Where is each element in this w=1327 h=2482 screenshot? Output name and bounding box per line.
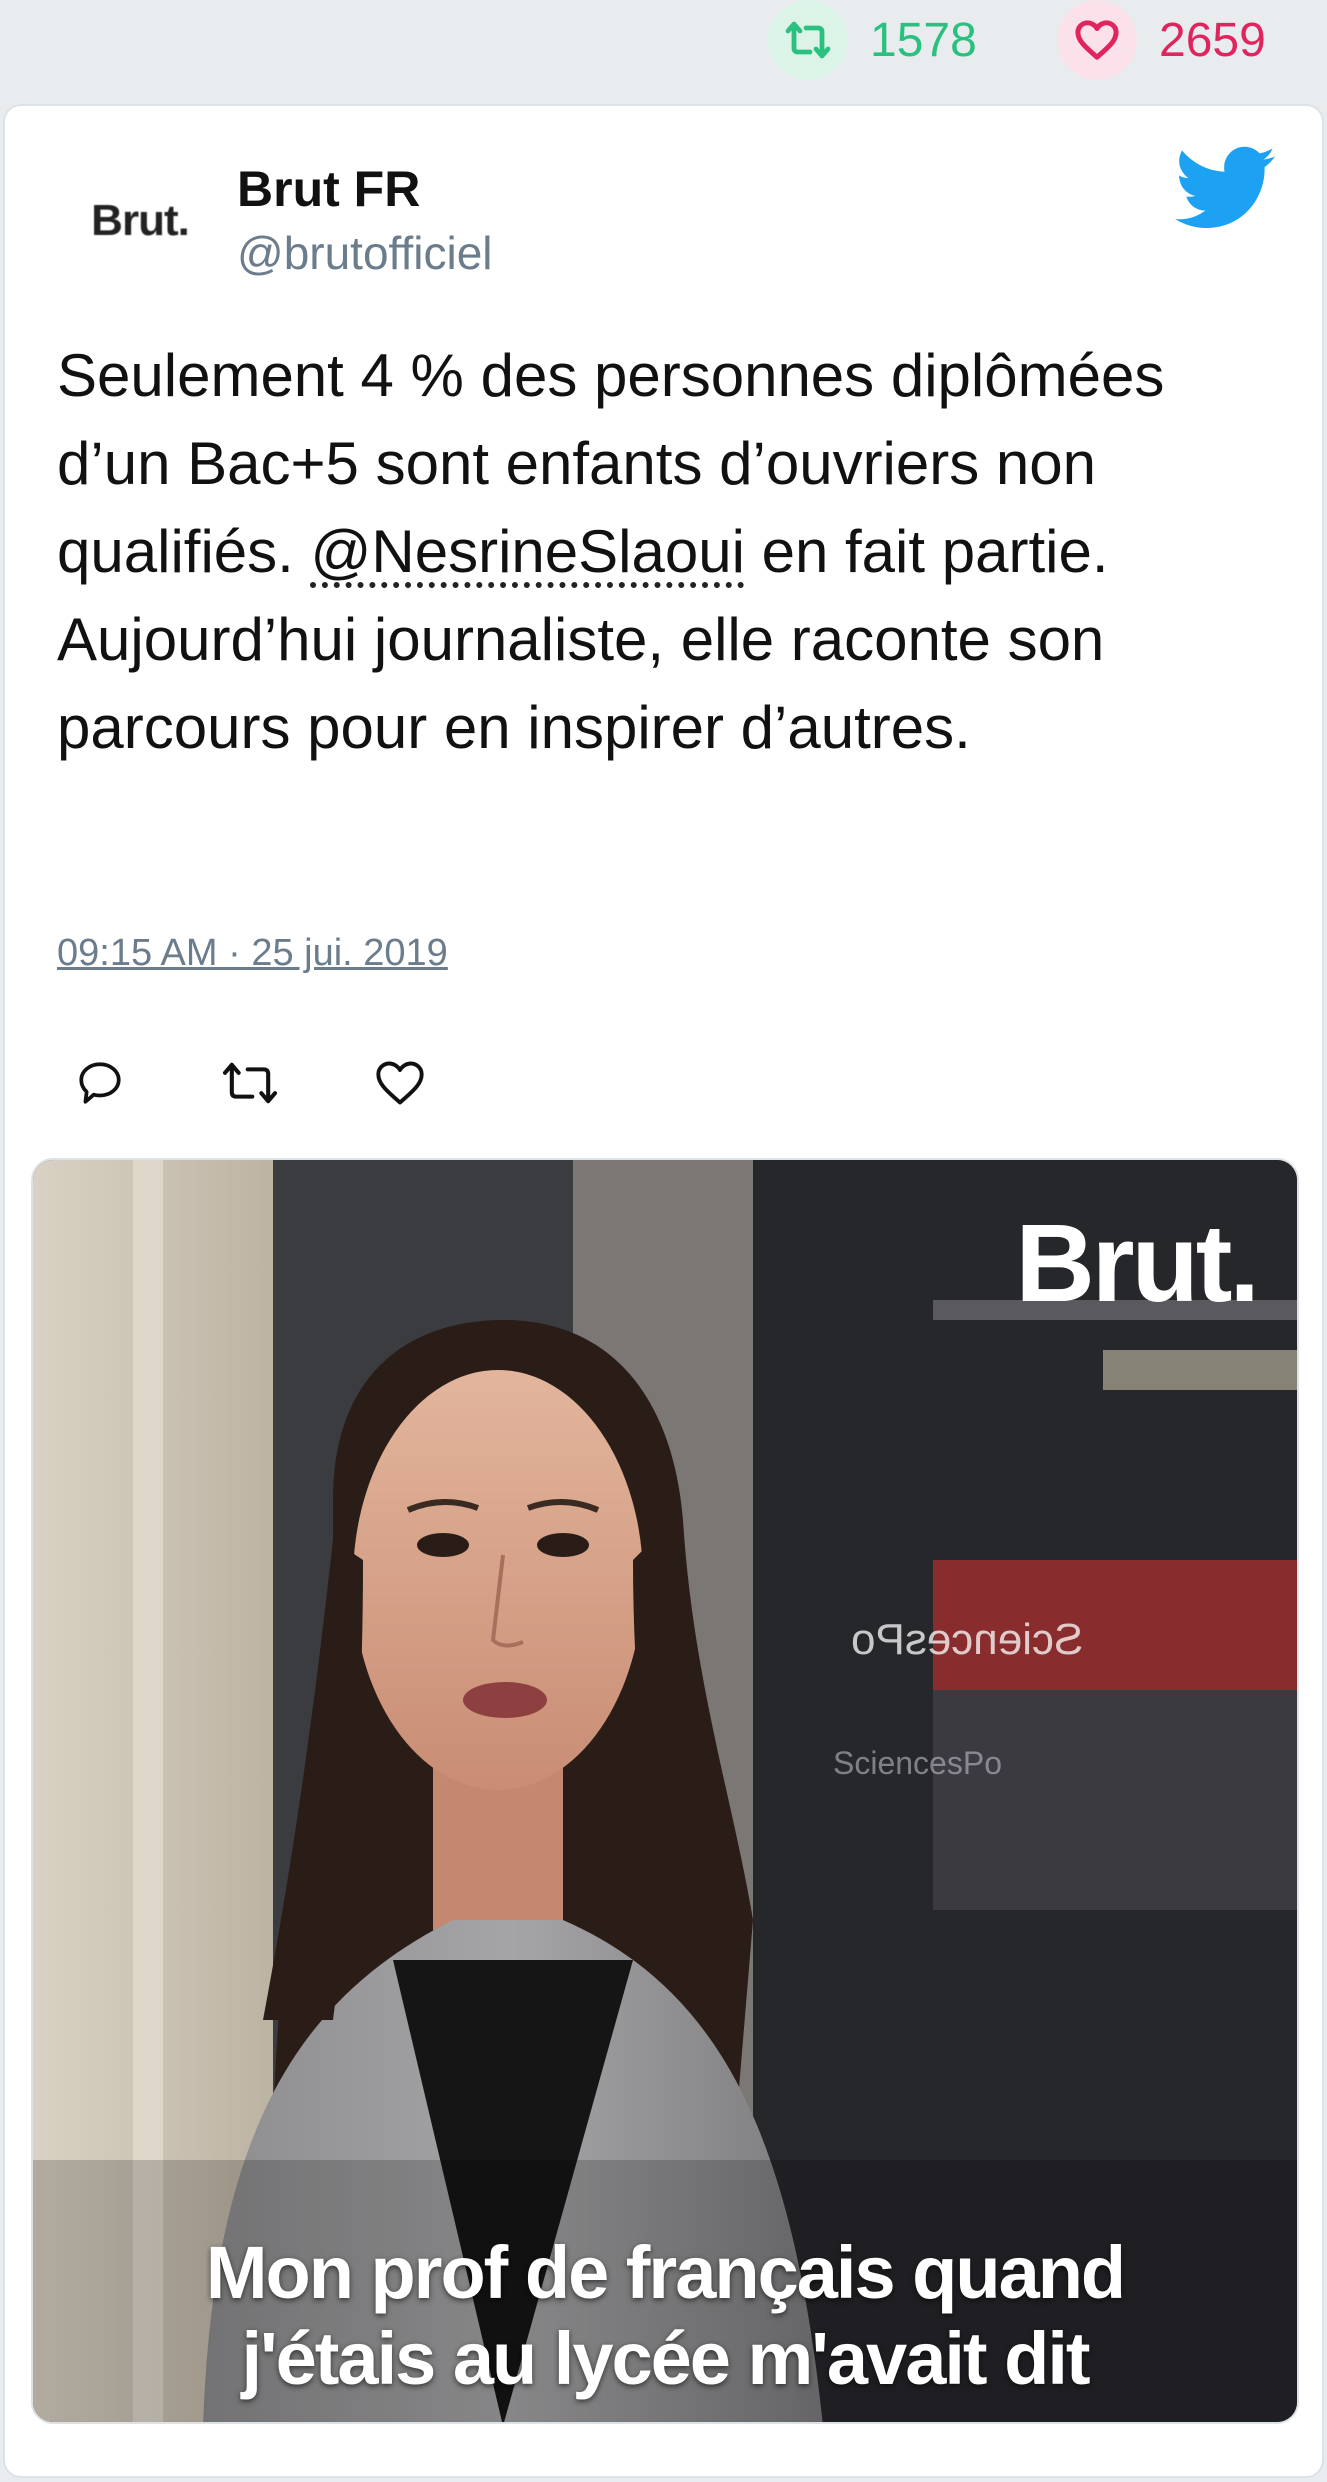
tweet-card: Brut. Brut FR @brutofficiel Seulement 4 … (3, 104, 1324, 2478)
reply-icon (79, 1062, 121, 1104)
tweet-timestamp[interactable]: 09:15 AM · 25 jui. 2019 (57, 932, 448, 975)
avatar[interactable]: Brut. (55, 176, 225, 266)
avatar-logo-text: Brut. (91, 196, 190, 245)
tweet-video[interactable]: Brut. SciencesPo SciencesPo Mon prof de … (31, 1158, 1299, 2424)
author-name[interactable]: Brut FR (237, 160, 420, 218)
tweet-text: Seulement 4 % des personnes diplômées d’… (57, 332, 1287, 772)
reply-button[interactable] (65, 1048, 135, 1118)
caption-line-1: Mon prof de français quand (205, 2231, 1126, 2314)
retweet-icon (768, 0, 848, 80)
like-button[interactable] (365, 1048, 435, 1118)
video-caption: Mon prof de français quand j'étais au ly… (33, 2230, 1297, 2402)
twitter-bird-icon[interactable] (1175, 146, 1275, 230)
caption-line-2: j'étais au lycée m'avait dit (241, 2317, 1090, 2400)
tweet-actions (65, 1048, 515, 1118)
background-window-text: SciencesPo (833, 1745, 1002, 1781)
retweet-icon (222, 1062, 278, 1104)
brut-watermark: Brut. (1015, 1202, 1260, 1325)
retweet-count-stat[interactable]: 1578 (768, 0, 977, 80)
engagement-stats: 1578 2659 (0, 0, 1327, 100)
retweet-button[interactable] (215, 1048, 285, 1118)
heart-icon (1057, 0, 1137, 80)
retweet-count: 1578 (870, 13, 977, 67)
heart-icon (376, 1061, 424, 1105)
mention-link[interactable]: @NesrineSlaoui (310, 518, 744, 585)
like-count: 2659 (1159, 13, 1266, 67)
like-count-stat[interactable]: 2659 (1057, 0, 1266, 80)
author-handle[interactable]: @brutofficiel (237, 226, 493, 280)
background-sign-text: SciencesPo (851, 1615, 1084, 1664)
